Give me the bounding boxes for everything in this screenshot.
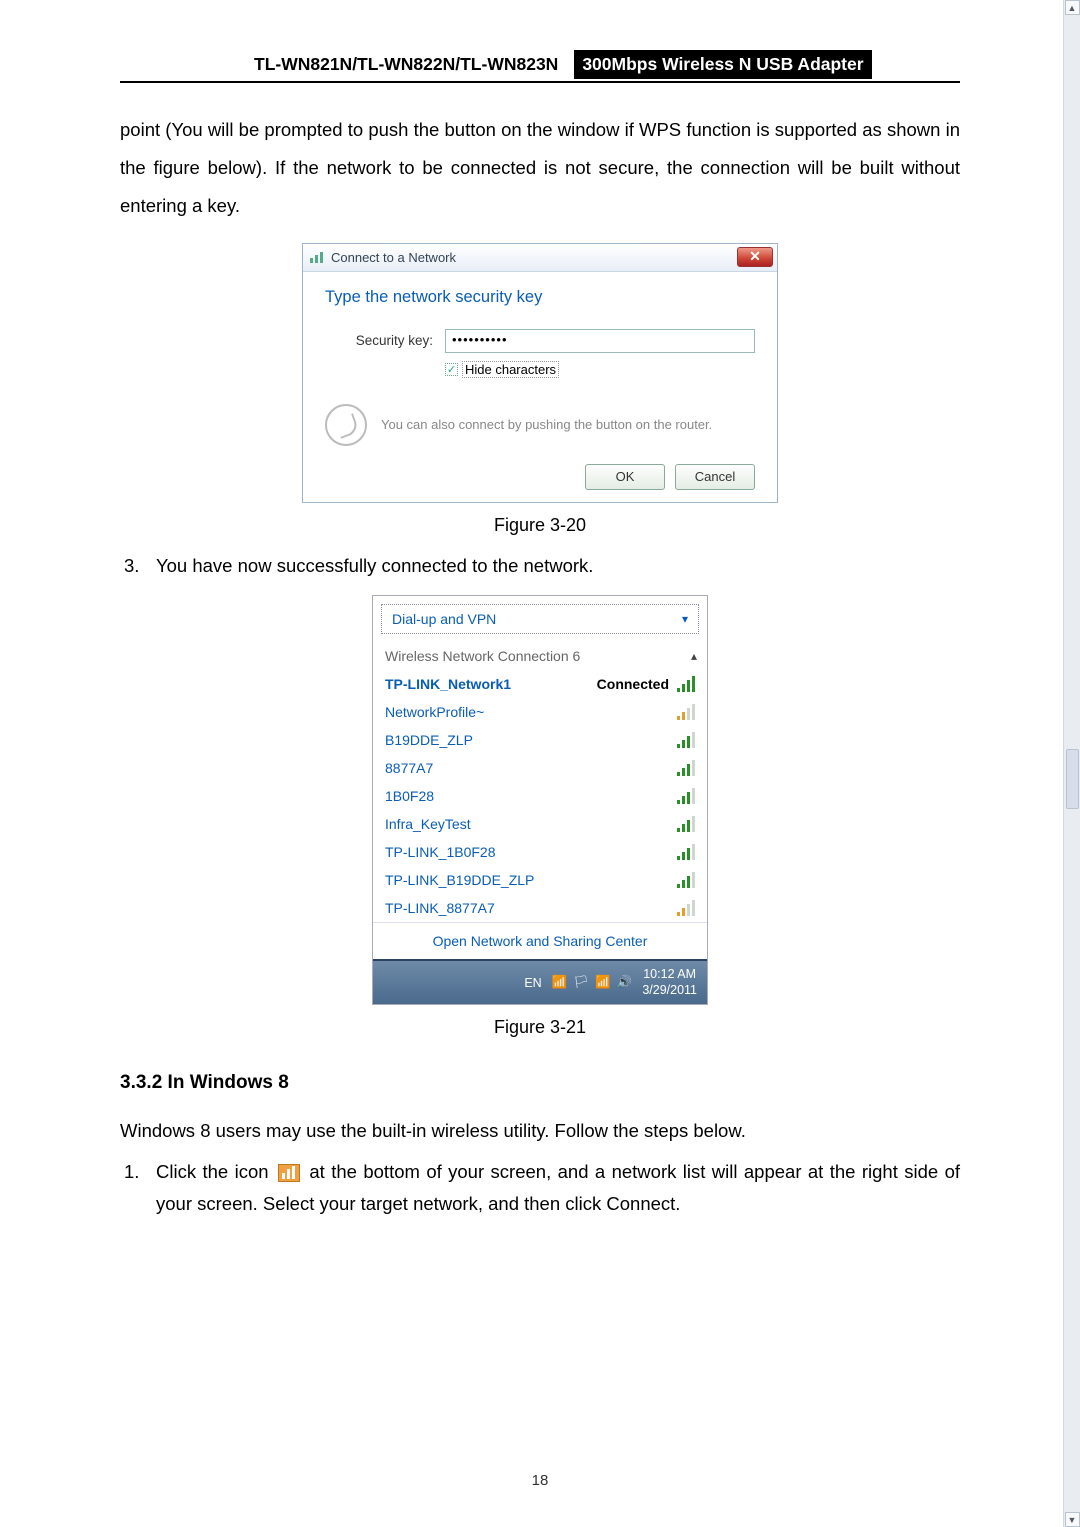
- wifi-item[interactable]: TP-LINK_Network1 Connected: [385, 670, 697, 698]
- tray-network-icon[interactable]: 📶: [595, 975, 611, 990]
- figure-3-21-caption: Figure 3-21: [494, 1017, 586, 1038]
- wifi-item[interactable]: TP-LINK_1B0F28: [385, 838, 697, 866]
- security-key-input[interactable]: ••••••••••: [445, 329, 755, 353]
- wifi-name: 1B0F28: [385, 788, 434, 804]
- open-sharing-center-link[interactable]: Open Network and Sharing Center: [373, 922, 707, 959]
- hide-chars-checkbox[interactable]: ✓: [445, 363, 458, 376]
- scroll-thumb[interactable]: [1066, 749, 1079, 809]
- signal-icon: [677, 900, 697, 916]
- page-number: 18: [0, 1472, 1080, 1489]
- wifi-item[interactable]: Infra_KeyTest: [385, 810, 697, 838]
- tray-date: 3/29/2011: [642, 983, 697, 999]
- scrollbar[interactable]: ▲ ▼: [1063, 0, 1080, 1527]
- step-3-number: 3.: [120, 550, 156, 581]
- figure-3-20-caption: Figure 3-20: [494, 515, 586, 536]
- signal-icon: [677, 676, 697, 692]
- dialog-title: Connect to a Network: [331, 250, 456, 265]
- header-product: 300Mbps Wireless N USB Adapter: [574, 50, 871, 79]
- wifi-item[interactable]: NetworkProfile~: [385, 698, 697, 726]
- network-icon: [309, 250, 325, 264]
- wps-tip-text: You can also connect by pushing the butt…: [381, 416, 712, 434]
- signal-icon: [677, 760, 697, 776]
- signal-icon: [677, 844, 697, 860]
- wifi-name: TP-LINK_B19DDE_ZLP: [385, 872, 534, 888]
- dialup-vpn-label: Dial-up and VPN: [392, 611, 496, 627]
- ok-button[interactable]: OK: [585, 464, 665, 490]
- system-tray: EN 📶 🏳 📶 🔊 10:12 AM 3/29/2011: [373, 959, 707, 1004]
- wifi-status: Connected: [597, 676, 669, 692]
- wifi-item[interactable]: 1B0F28: [385, 782, 697, 810]
- wifi-name: 8877A7: [385, 760, 433, 776]
- header-model: TL-WN821N/TL-WN822N/TL-WN823N: [250, 50, 566, 79]
- chevron-down-icon: ▾: [682, 612, 688, 626]
- connect-network-dialog: Connect to a Network ✕ Type the network …: [302, 243, 778, 503]
- hide-chars-label: Hide characters: [462, 361, 559, 378]
- wifi-item[interactable]: TP-LINK_8877A7: [385, 894, 697, 922]
- intro-paragraph: point (You will be prompted to push the …: [120, 111, 960, 225]
- wifi-name: Infra_KeyTest: [385, 816, 471, 832]
- wifi-name: TP-LINK_8877A7: [385, 900, 495, 916]
- close-button[interactable]: ✕: [737, 247, 773, 267]
- signal-icon: [677, 816, 697, 832]
- dialog-instruction: Type the network security key: [325, 288, 755, 307]
- security-key-label: Security key:: [325, 333, 433, 348]
- scroll-up-button[interactable]: ▲: [1065, 0, 1080, 15]
- tray-network-inline-icon: [278, 1164, 300, 1182]
- wifi-name: TP-LINK_1B0F28: [385, 844, 496, 860]
- doc-header: TL-WN821N/TL-WN822N/TL-WN823N 300Mbps Wi…: [120, 50, 960, 83]
- win8-step1-text: Click the icon at the bottom of your scr…: [156, 1156, 960, 1219]
- signal-icon: [677, 872, 697, 888]
- dialog-titlebar: Connect to a Network ✕: [303, 244, 777, 272]
- tray-time: 10:12 AM: [642, 967, 697, 983]
- network-list-popup: Dial-up and VPN ▾ Wireless Network Conne…: [372, 595, 708, 1005]
- dialup-vpn-section[interactable]: Dial-up and VPN ▾: [381, 604, 699, 634]
- wifi-item[interactable]: 8877A7: [385, 754, 697, 782]
- win8-step1-number: 1.: [120, 1156, 156, 1187]
- wifi-name: B19DDE_ZLP: [385, 732, 473, 748]
- wireless-section-header[interactable]: Wireless Network Connection 6 ▴: [385, 642, 697, 670]
- step-3-text: You have now successfully connected to t…: [156, 550, 960, 581]
- language-indicator[interactable]: EN: [524, 976, 541, 990]
- signal-icon: [677, 704, 697, 720]
- chevron-up-icon: ▴: [691, 649, 697, 663]
- wireless-section-label: Wireless Network Connection 6: [385, 648, 580, 664]
- scroll-down-button[interactable]: ▼: [1065, 1512, 1080, 1527]
- wps-icon: [325, 404, 367, 446]
- signal-icon: [677, 732, 697, 748]
- tray-flag-icon[interactable]: 🏳: [573, 975, 589, 990]
- wifi-item[interactable]: B19DDE_ZLP: [385, 726, 697, 754]
- signal-icon: [677, 788, 697, 804]
- tray-volume-icon[interactable]: 🔊: [617, 975, 633, 990]
- section-3-3-2-heading: 3.3.2 In Windows 8: [120, 1072, 960, 1094]
- wifi-item[interactable]: TP-LINK_B19DDE_ZLP: [385, 866, 697, 894]
- wifi-name: TP-LINK_Network1: [385, 676, 511, 692]
- tray-signal-icon[interactable]: 📶: [552, 975, 568, 990]
- wifi-name: NetworkProfile~: [385, 704, 484, 720]
- tray-clock[interactable]: 10:12 AM 3/29/2011: [642, 967, 697, 998]
- win8-intro: Windows 8 users may use the built-in wir…: [120, 1112, 960, 1150]
- close-icon: ✕: [749, 248, 761, 265]
- cancel-button[interactable]: Cancel: [675, 464, 755, 490]
